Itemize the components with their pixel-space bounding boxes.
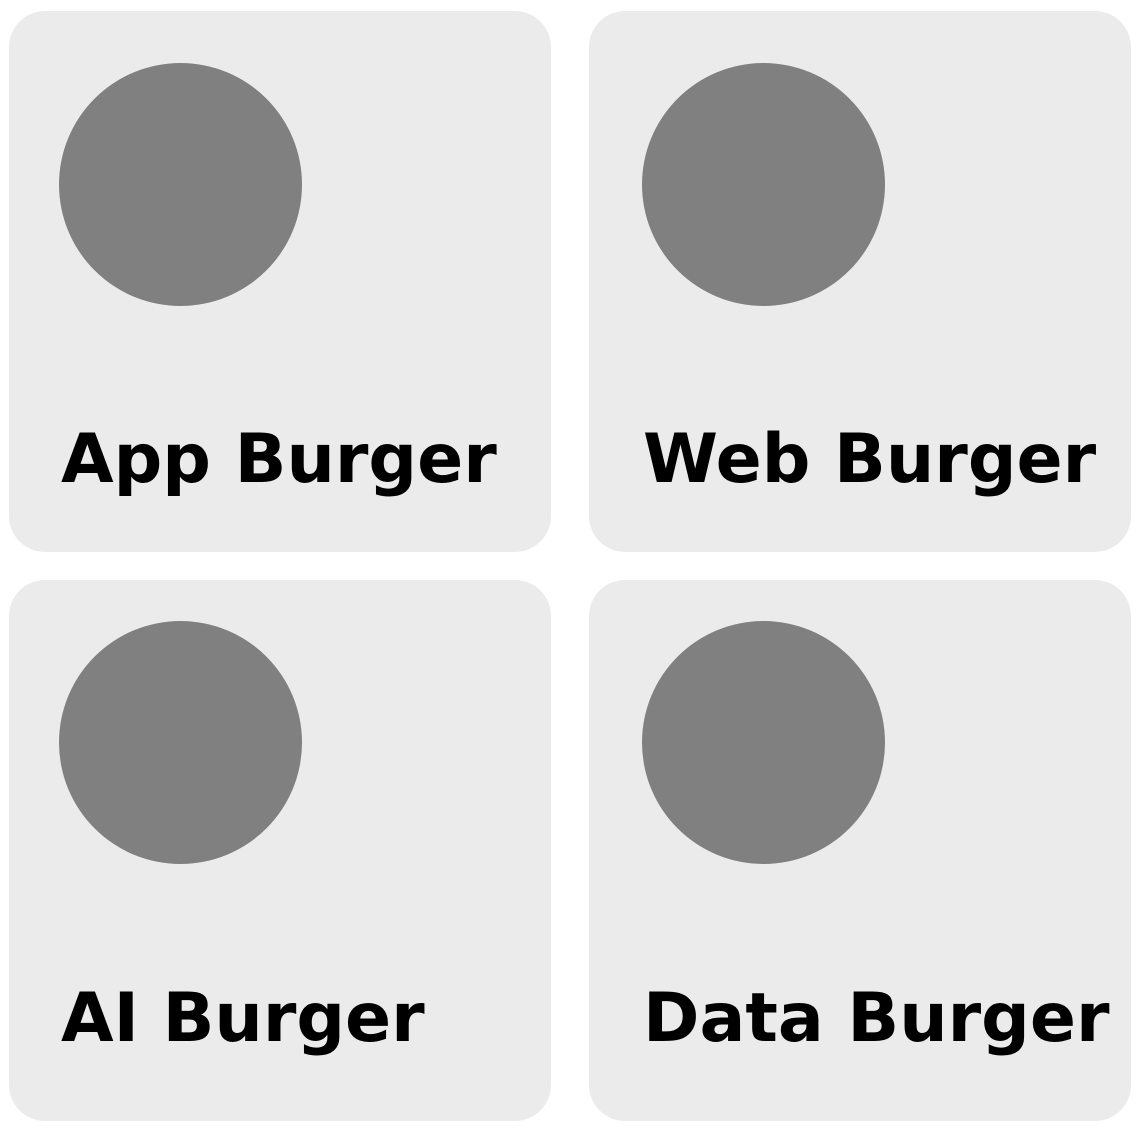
card-label: App Burger — [61, 420, 497, 499]
card-ai-burger[interactable]: AI Burger — [9, 580, 551, 1121]
thumbnail-image — [59, 621, 302, 864]
card-app-burger[interactable]: App Burger — [9, 11, 551, 552]
card-label: Data Burger — [643, 979, 1110, 1058]
thumbnail-image — [642, 621, 885, 864]
card-label: AI Burger — [61, 979, 425, 1058]
thumbnail-image — [642, 63, 885, 306]
thumbnail-image — [59, 63, 302, 306]
card-data-burger[interactable]: Data Burger — [589, 580, 1131, 1121]
burger-card-grid: App Burger Web Burger AI Burger Data Bur… — [0, 0, 1138, 1130]
card-web-burger[interactable]: Web Burger — [589, 11, 1131, 552]
card-label: Web Burger — [643, 420, 1097, 499]
